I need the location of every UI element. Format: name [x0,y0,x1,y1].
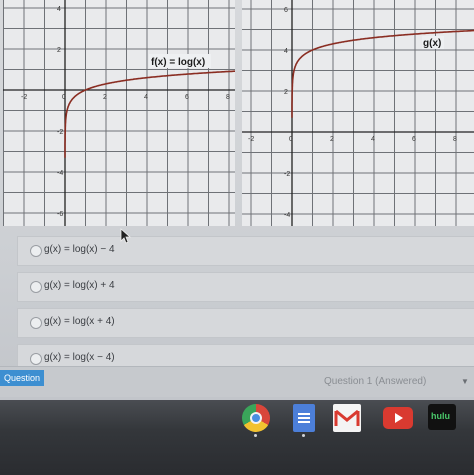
radio-button[interactable] [30,353,42,365]
question-button[interactable]: Question [0,370,44,386]
chrome-icon[interactable] [242,404,270,432]
y-tick-label: -4 [284,212,290,219]
mouse-cursor-icon [120,228,132,244]
graph-g-plot: -2 0 2 4 6 8 6 4 2 -2 -4 g(x) [242,0,474,226]
y-tick-label: 4 [57,6,61,13]
answer-options: g(x) = log(x) − 4 g(x) = log(x) + 4 g(x)… [17,236,474,380]
x-tick-label: -2 [248,136,254,143]
function-curve [64,70,235,158]
gmail-icon[interactable] [333,404,361,432]
option-4-label: g(x) = log(x − 4) [44,352,115,363]
x-tick-label: 8 [453,136,457,143]
graph-f-plot: -2 0 2 4 6 8 4 2 -2 -4 -6 f(x) = log(x) [3,0,235,226]
graph-f: -2 0 2 4 6 8 4 2 -2 -4 -6 f(x) = log(x) [3,0,235,226]
x-tick-label: -2 [21,94,27,101]
screen: -2 0 2 4 6 8 4 2 -2 -4 -6 f(x) = log(x) -2 0 2 4 6 8 6 4 2… [0,0,474,400]
x-tick-label: 4 [144,94,148,101]
x-tick-label: 4 [371,136,375,143]
y-tick-label: 2 [57,47,61,54]
radio-button[interactable] [30,245,42,257]
x-tick-label: 6 [412,136,416,143]
y-tick-label: -6 [57,211,63,218]
y-tick-label: -2 [57,129,63,136]
question-status[interactable]: Question 1 (Answered) [324,376,426,387]
x-tick-label: 0 [289,136,293,143]
hulu-label: hulu [431,411,450,421]
y-tick-label: -2 [284,171,290,178]
function-curve [291,29,474,118]
radio-button[interactable] [30,317,42,329]
x-tick-label: 2 [330,136,334,143]
active-indicator [254,434,257,437]
docs-icon[interactable] [293,404,315,432]
y-tick-label: 4 [284,48,288,55]
option-2[interactable]: g(x) = log(x) + 4 [17,272,474,302]
y-tick-label: 6 [284,7,288,14]
option-1-label: g(x) = log(x) − 4 [44,244,115,255]
graph-g: -2 0 2 4 6 8 6 4 2 -2 -4 g(x) [242,0,474,226]
y-tick-label: -4 [57,170,63,177]
graph-g-label: g(x) [423,38,441,49]
hulu-icon[interactable]: hulu [428,404,456,430]
radio-button[interactable] [30,281,42,293]
option-1[interactable]: g(x) = log(x) − 4 [17,236,474,266]
youtube-icon[interactable] [383,407,413,429]
x-tick-label: 2 [103,94,107,101]
option-3[interactable]: g(x) = log(x + 4) [17,308,474,338]
x-tick-label: 8 [226,94,230,101]
chevron-down-icon[interactable]: ▼ [461,377,469,386]
option-3-label: g(x) = log(x + 4) [44,316,115,327]
x-tick-label: 0 [62,94,66,101]
active-indicator [302,434,305,437]
x-tick-label: 6 [185,94,189,101]
graph-f-label: f(x) = log(x) [151,57,205,68]
option-2-label: g(x) = log(x) + 4 [44,280,115,291]
y-tick-label: 2 [284,89,288,96]
